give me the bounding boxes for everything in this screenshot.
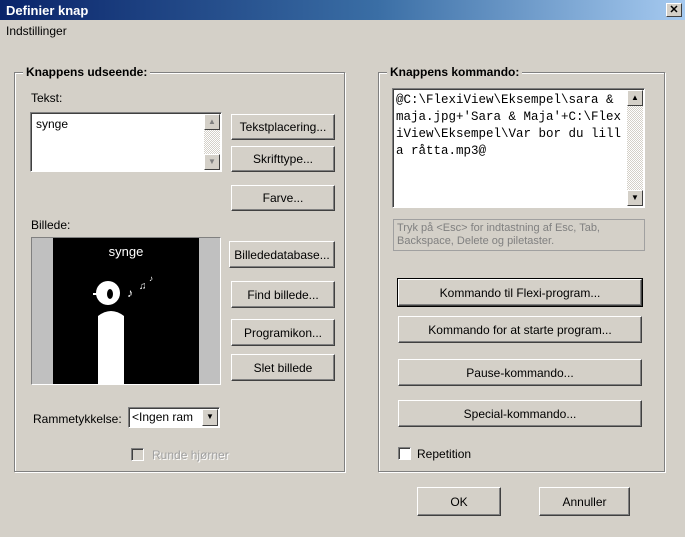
appearance-group-title: Knappens udseende: — [23, 65, 151, 79]
image-frame: synge ♪ ♫ ♪ — [31, 237, 221, 385]
command-hint-text: Tryk på <Esc> for indtastning af Esc, Ta… — [397, 222, 600, 247]
window-title: Definier knap — [6, 3, 89, 18]
repetition-label: Repetition — [417, 447, 472, 461]
rounded-corners-label: Runde hjørner — [152, 448, 229, 462]
menu-item-settings[interactable]: Indstillinger — [6, 24, 67, 38]
text-field[interactable]: synge ▲ ▼ — [30, 112, 222, 172]
scroll-down-icon[interactable]: ▼ — [627, 190, 643, 206]
text-placement-button[interactable]: Tekstplacering... — [231, 114, 335, 140]
close-icon: ✕ — [669, 4, 679, 16]
frame-thickness-label: Rammetykkelse: — [33, 412, 122, 426]
repetition-checkbox[interactable] — [398, 447, 411, 460]
image-database-button[interactable]: Billededatabase... — [229, 241, 335, 268]
flexi-command-button[interactable]: Kommando til Flexi-program... — [397, 278, 643, 307]
command-textarea[interactable]: @C:\FlexiView\Eksempel\sara & maja.jpg+'… — [392, 88, 645, 208]
svg-text:♫: ♫ — [139, 281, 147, 292]
svg-text:♪: ♪ — [127, 286, 133, 300]
frame-thickness-value: <Ingen ram — [132, 410, 194, 424]
program-icon-button[interactable]: Programikon... — [231, 319, 335, 346]
delete-image-button[interactable]: Slet billede — [231, 354, 335, 381]
pause-command-button[interactable]: Pause-kommando... — [398, 359, 642, 386]
command-text: @C:\FlexiView\Eksempel\sara & maja.jpg+'… — [396, 93, 622, 158]
rounded-corners-checkbox[interactable] — [131, 448, 144, 461]
menu-bar: Indstillinger — [6, 24, 67, 42]
text-label: Tekst: — [31, 91, 63, 105]
scroll-up-icon[interactable]: ▲ — [627, 90, 643, 106]
font-button[interactable]: Skrifttype... — [231, 146, 335, 172]
start-program-button[interactable]: Kommando for at starte program... — [398, 316, 642, 343]
text-field-scrollbar[interactable]: ▲ ▼ — [204, 114, 220, 170]
command-hint: Tryk på <Esc> for indtastning af Esc, Ta… — [393, 219, 645, 251]
button-image: synge ♪ ♫ ♪ — [53, 238, 199, 384]
cancel-button[interactable]: Annuller — [539, 487, 630, 516]
title-bar: Definier knap ✕ — [0, 0, 685, 20]
ok-button[interactable]: OK — [417, 487, 501, 516]
svg-text:♪: ♪ — [149, 274, 153, 283]
command-scrollbar[interactable]: ▲ ▼ — [627, 90, 643, 206]
frame-thickness-select[interactable]: <Ingen ram ▼ — [128, 407, 220, 428]
special-command-button[interactable]: Special-kommando... — [398, 400, 642, 427]
text-field-value: synge — [36, 117, 69, 131]
singing-person-icon: ♪ ♫ ♪ — [93, 274, 153, 384]
close-button[interactable]: ✕ — [666, 3, 682, 17]
find-image-button[interactable]: Find billede... — [231, 281, 335, 308]
image-label: Billede: — [31, 218, 71, 232]
scroll-down-icon[interactable]: ▼ — [204, 154, 220, 170]
command-group-title: Knappens kommando: — [387, 65, 523, 79]
chevron-down-icon[interactable]: ▼ — [202, 409, 218, 426]
color-button[interactable]: Farve... — [231, 185, 335, 211]
scroll-up-icon[interactable]: ▲ — [204, 114, 220, 130]
